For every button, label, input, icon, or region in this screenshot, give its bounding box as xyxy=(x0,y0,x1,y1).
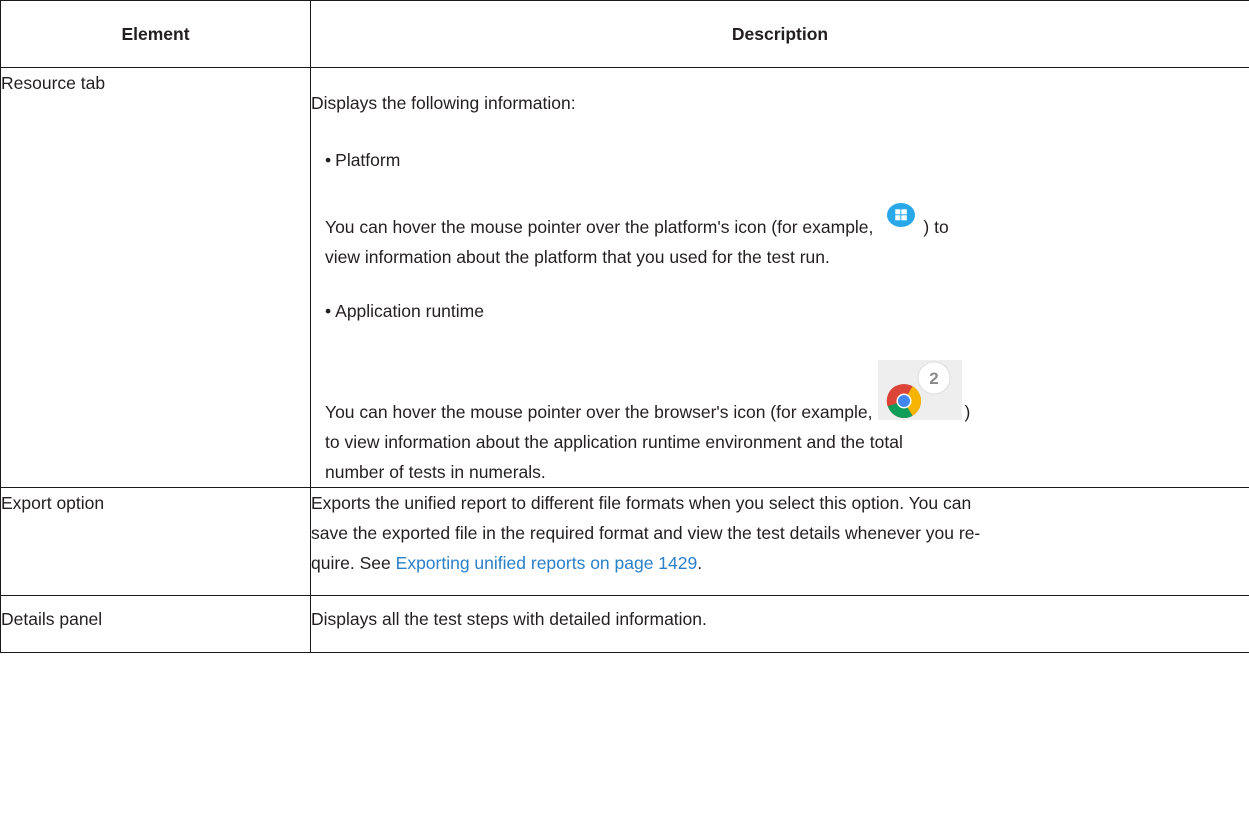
element-cell: Export option xyxy=(0,487,311,596)
element-details-panel: Details panel xyxy=(1,609,103,629)
header-description: Description xyxy=(310,0,1249,68)
bullet-runtime-label: Application runtime xyxy=(335,301,484,321)
runtime-text-line3: number of tests in numerals. xyxy=(325,462,546,482)
bullet-dot: • xyxy=(325,150,332,170)
bullet-platform-label: Platform xyxy=(335,150,401,170)
platform-text-before: You can hover the mouse pointer over the… xyxy=(325,217,874,237)
header-element: Element xyxy=(0,0,311,68)
table-row: Resource tab Displays the following info… xyxy=(0,67,1249,488)
bullet-runtime: • Application runtime xyxy=(325,296,1249,326)
export-line3-before: quire. See xyxy=(311,553,396,573)
element-cell: Details panel xyxy=(0,595,311,653)
element-export-option: Export option xyxy=(1,493,105,513)
browser-badge-count: 2 xyxy=(930,369,939,388)
runtime-explanation: You can hover the mouse pointer over the… xyxy=(325,360,1249,487)
windows-icon xyxy=(887,203,916,227)
element-cell: Resource tab xyxy=(0,67,311,488)
details-description: Displays all the test steps with detaile… xyxy=(311,609,707,629)
runtime-text-before: You can hover the mouse pointer over the… xyxy=(325,402,873,422)
header-row: Element Description xyxy=(0,0,1249,68)
platform-explanation: You can hover the mouse pointer over the… xyxy=(325,203,1249,272)
resource-intro: Displays the following information: xyxy=(311,93,576,113)
description-cell: Exports the unified report to different … xyxy=(310,487,1249,596)
bullet-platform: • Platform xyxy=(325,145,1249,175)
element-resource-tab: Resource tab xyxy=(1,73,106,93)
platform-text-line2: view information about the platform that… xyxy=(325,247,830,267)
export-line3-after: . xyxy=(697,553,703,573)
exporting-unified-reports-link[interactable]: Exporting unified reports on page 1429 xyxy=(396,553,698,573)
table-row: Details panel Displays all the test step… xyxy=(0,595,1249,653)
export-description: Exports the unified report to different … xyxy=(311,488,1249,578)
chrome-icon: 2 xyxy=(878,360,963,420)
export-line2: save the exported file in the required f… xyxy=(311,523,981,543)
runtime-text-after: ) xyxy=(964,402,971,422)
description-cell: Displays all the test steps with detaile… xyxy=(310,595,1249,653)
runtime-text-line2: to view information about the applicatio… xyxy=(325,432,903,452)
description-cell: Displays the following information: • Pla… xyxy=(310,67,1249,488)
element-description-table: Element Description Resource tab Display… xyxy=(0,0,1249,653)
platform-text-after: ) to xyxy=(923,217,949,237)
bullet-dot: • xyxy=(325,301,332,321)
table-row: Export option Exports the unified report… xyxy=(0,487,1249,596)
export-line1: Exports the unified report to different … xyxy=(311,493,972,513)
